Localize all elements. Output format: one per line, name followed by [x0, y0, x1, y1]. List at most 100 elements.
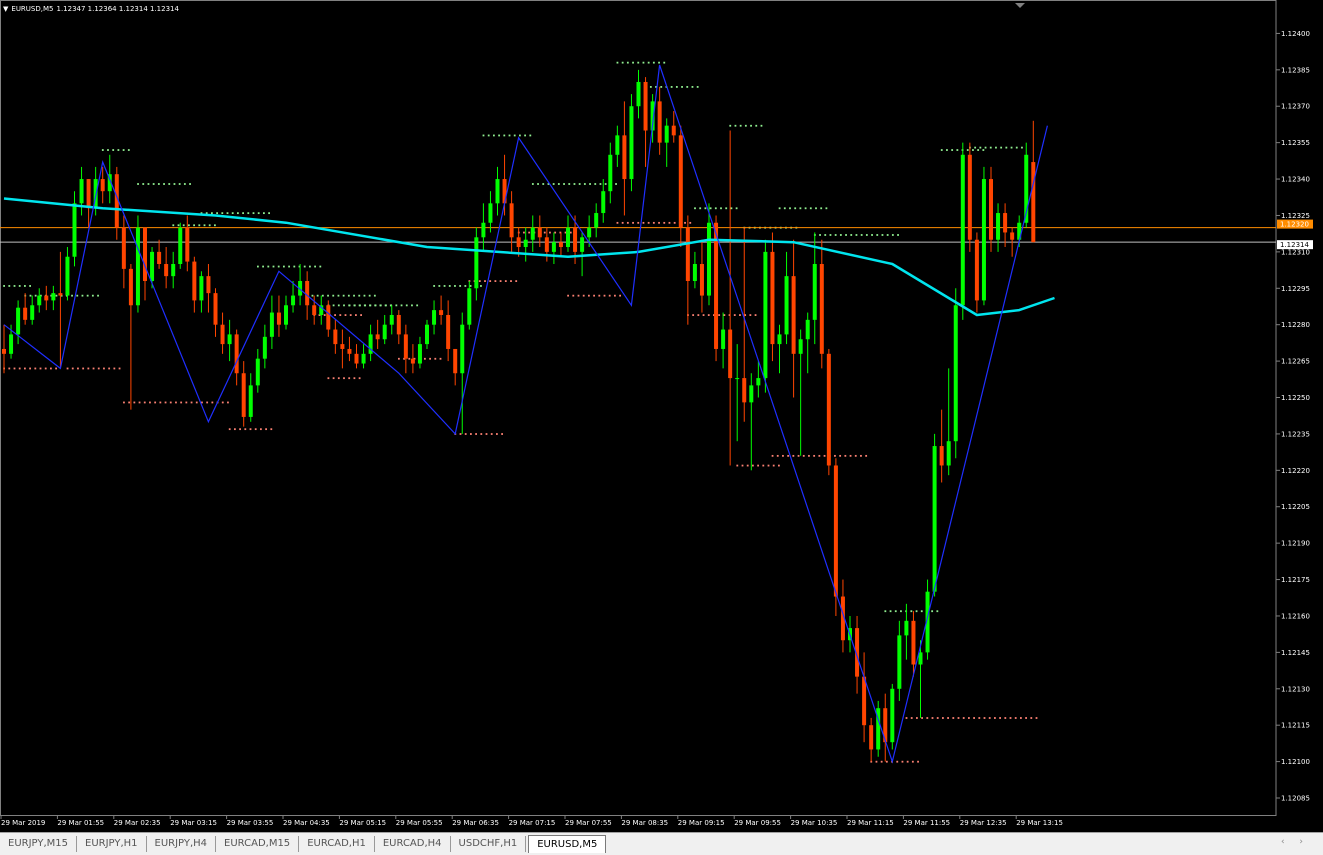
resistance-dot — [364, 304, 367, 307]
price-chart[interactable]: 1.12400 1.12385 1.12370 1.12355 1.12340 1.123… — [0, 0, 1323, 832]
time-tick-label: 29 Mar 2019 — [1, 819, 45, 827]
tab-eurcad-h1[interactable]: EURCAD,H1 — [299, 836, 375, 852]
bear-candle — [939, 446, 944, 466]
support-dot — [749, 314, 752, 316]
bull-candle — [721, 329, 726, 349]
support-dot — [746, 464, 749, 467]
bull-candle — [692, 264, 697, 281]
tab-scroll-arrows[interactable]: ‹ › — [1281, 837, 1309, 847]
bear-candle — [192, 261, 197, 301]
resistance-dot — [464, 285, 467, 287]
bear-candle — [213, 293, 218, 325]
resistance-dot — [621, 61, 624, 64]
bear-candle — [86, 179, 91, 209]
support-dot — [349, 314, 352, 316]
support-dot — [190, 401, 193, 404]
resistance-dot — [725, 207, 728, 210]
support-dot — [739, 314, 741, 316]
support-dot — [1014, 717, 1017, 719]
support-dot — [77, 367, 79, 370]
bear-candle — [728, 329, 733, 379]
support-dot — [567, 294, 569, 297]
resistance-dot — [1010, 146, 1013, 149]
resistance-dot — [314, 265, 316, 268]
resistance-dot — [876, 234, 879, 236]
resistance-dot — [755, 124, 758, 127]
resistance-dot — [277, 265, 280, 268]
support-dot — [360, 314, 362, 316]
bear-candle — [833, 465, 838, 597]
bull-candle — [389, 314, 394, 325]
chart-window[interactable]: 1.12400 1.12385 1.12370 1.12355 1.12340 1.123… — [0, 0, 1323, 832]
resistance-dot — [487, 134, 490, 137]
resistance-dot — [699, 207, 702, 210]
support-dot — [854, 454, 857, 457]
support-dot — [973, 717, 975, 719]
resistance-dot — [267, 265, 270, 268]
chart-symbol: EURUSD,M5 — [11, 5, 54, 13]
resistance-dot — [343, 304, 345, 307]
support-dot — [501, 433, 503, 435]
support-dot — [429, 357, 431, 360]
resistance-dot — [91, 294, 94, 297]
resistance-dot — [871, 234, 873, 236]
support-dot — [988, 717, 991, 719]
tab-usdchf-h1[interactable]: USDCHF,H1 — [451, 836, 527, 852]
bear-candle — [1031, 162, 1036, 243]
bull-candle — [199, 276, 204, 301]
resistance-dot — [845, 234, 847, 236]
support-dot — [270, 428, 273, 431]
support-dot — [103, 367, 105, 370]
tab-eurusd-m5[interactable]: EURUSD,M5 — [528, 835, 607, 853]
time-tick-label: 29 Mar 09:15 — [678, 819, 725, 827]
resistance-dot — [820, 207, 823, 210]
support-dot — [221, 401, 224, 404]
resistance-dot — [193, 224, 195, 227]
resistance-dot — [86, 294, 89, 297]
support-dot — [87, 367, 90, 370]
resistance-dot — [1005, 146, 1008, 149]
bear-candle — [911, 620, 916, 665]
support-dot — [260, 428, 262, 431]
resistance-dot — [400, 304, 403, 307]
support-dot — [490, 433, 493, 435]
tab-eurjpy-h1[interactable]: EURJPY,H1 — [77, 836, 147, 852]
support-dot — [39, 367, 42, 370]
bear-candle — [862, 676, 867, 726]
resistance-dot — [438, 285, 441, 287]
bear-candle — [446, 314, 451, 349]
support-dot — [692, 314, 695, 316]
resistance-dot — [29, 294, 32, 297]
bull-candle — [269, 312, 274, 337]
bull-candle — [587, 227, 592, 238]
resistance-dot — [979, 146, 982, 149]
support-dot — [13, 367, 16, 370]
bull-candle — [763, 251, 768, 379]
support-dot — [792, 454, 795, 457]
resistance-dot — [211, 212, 213, 215]
price-axis: 1.12400 1.12385 1.12370 1.12355 1.12340 1.123… — [0, 0, 1310, 816]
tab-eurcad-h4[interactable]: EURCAD,H4 — [375, 836, 451, 852]
resistance-dot — [709, 207, 712, 210]
tab-eurcad-m15[interactable]: EURCAD,M15 — [216, 836, 300, 852]
bear-candle — [1010, 232, 1015, 240]
support-dot — [911, 760, 914, 763]
bear-candle — [791, 276, 796, 354]
tab-eurjpy-m15[interactable]: EURJPY,M15 — [0, 836, 77, 852]
bear-candle — [509, 203, 514, 238]
price-tick-label: 1.12295 — [1281, 285, 1310, 293]
moving-average-line — [3, 197, 1055, 317]
resistance-dot — [663, 61, 666, 64]
resistance-dot — [142, 183, 145, 185]
resistance-dot — [956, 149, 959, 151]
support-dot — [776, 454, 779, 457]
tab-eurjpy-h4[interactable]: EURJPY,H4 — [147, 836, 217, 852]
bull-candle — [382, 324, 387, 340]
support-dot — [632, 221, 634, 224]
support-dot — [1030, 717, 1033, 719]
resistance-dot — [55, 294, 58, 297]
resistance-dot — [819, 234, 821, 236]
dropdown-arrow-icon[interactable]: ▼ — [3, 5, 8, 13]
support-dot — [398, 357, 400, 360]
resistance-dot — [257, 265, 259, 268]
